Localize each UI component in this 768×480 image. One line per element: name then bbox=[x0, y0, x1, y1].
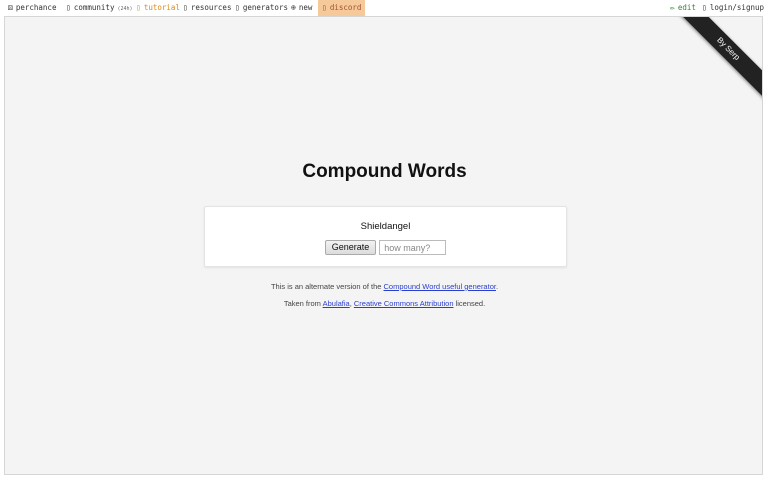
nav-new-label: new bbox=[298, 3, 313, 12]
nav-perchance-label: perchance bbox=[15, 3, 57, 12]
creative-commons-link[interactable]: Creative Commons Attribution bbox=[354, 299, 454, 308]
nav-tutorial-label: tutorial bbox=[143, 3, 180, 12]
generator-card: Shieldangel Generate bbox=[204, 206, 567, 267]
author-ribbon-label: By Serp bbox=[715, 35, 742, 62]
note2-prefix: Taken from bbox=[283, 299, 323, 308]
plus-circle-icon: ⊕ bbox=[291, 3, 296, 12]
page-title: Compound Words bbox=[302, 161, 467, 182]
nav-tutorial[interactable]: ▯ tutorial bbox=[136, 0, 180, 16]
nav-resources-label: resources bbox=[190, 3, 232, 12]
nav-discord-label: discord bbox=[329, 3, 362, 12]
book-icon: ▯ bbox=[136, 3, 141, 12]
pencil-icon: ✏ bbox=[670, 3, 675, 12]
nav-community[interactable]: ▯ community (24h) bbox=[66, 0, 133, 16]
nav-community-label: community bbox=[73, 3, 115, 12]
generator-frame: By Serp Compound Words Shieldangel Gener… bbox=[4, 16, 763, 475]
nav-edit-label: edit bbox=[677, 3, 696, 12]
alternate-version-note: This is an alternate version of the Comp… bbox=[5, 282, 762, 291]
how-many-input[interactable] bbox=[379, 240, 447, 255]
nav-generators-label: generators bbox=[242, 3, 288, 12]
generator-controls: Generate bbox=[205, 240, 566, 255]
nav-login[interactable]: ▯ login/signup bbox=[702, 0, 764, 16]
abulafia-link[interactable]: Abulafia bbox=[323, 299, 350, 308]
nav-perchance[interactable]: ⚄ perchance bbox=[8, 0, 56, 16]
chat-icon: ▯ bbox=[66, 3, 71, 12]
compound-word-generator-link[interactable]: Compound Word useful generator bbox=[384, 282, 496, 291]
note1-suffix: . bbox=[495, 282, 499, 291]
nav-new[interactable]: ⊕ new bbox=[291, 0, 312, 16]
top-navigation-bar: ⚄ perchance ▯ community (24h) ▯ tutorial ▯ re… bbox=[0, 0, 768, 16]
generate-button[interactable]: Generate bbox=[324, 240, 377, 255]
dice-icon: ⚄ bbox=[8, 3, 13, 12]
discord-icon: ▯ bbox=[322, 3, 327, 12]
source-note: Taken from Abulafia, Creative Commons At… bbox=[5, 299, 762, 308]
generated-output: Shieldangel bbox=[360, 221, 411, 232]
nav-generators[interactable]: ▯ generators bbox=[235, 0, 288, 16]
note2-suffix: licensed. bbox=[453, 299, 486, 308]
nav-login-label: login/signup bbox=[709, 3, 765, 12]
user-icon: ▯ bbox=[702, 3, 707, 12]
grid-icon: ▯ bbox=[235, 3, 240, 12]
author-ribbon[interactable]: By Serp bbox=[661, 17, 762, 102]
nav-discord[interactable]: ▯ discord bbox=[318, 0, 366, 16]
note1-prefix: This is an alternate version of the bbox=[270, 282, 384, 291]
folder-icon: ▯ bbox=[183, 3, 188, 12]
nav-edit[interactable]: ✏ edit bbox=[670, 0, 696, 16]
community-badge: (24h) bbox=[117, 6, 133, 12]
nav-resources[interactable]: ▯ resources bbox=[183, 0, 231, 16]
